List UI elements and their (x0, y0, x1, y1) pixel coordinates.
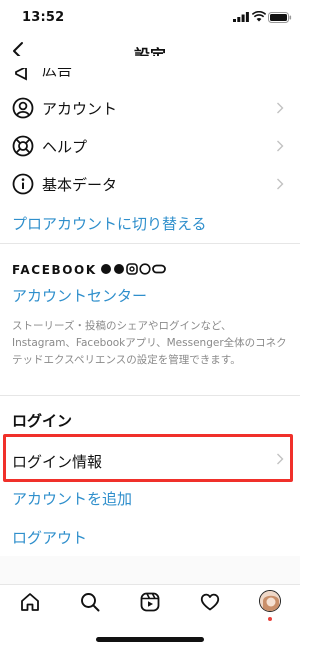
tab-bar-divider (0, 584, 300, 585)
section-divider (0, 395, 300, 396)
login-info-row[interactable]: ログイン情報 (12, 451, 102, 472)
settings-row-label: ヘルプ (42, 138, 88, 156)
home-indicator (96, 637, 204, 642)
settings-row-label: 基本データ (42, 176, 118, 194)
home-icon[interactable] (19, 591, 41, 613)
info-circle-icon (12, 173, 34, 195)
heart-icon[interactable] (199, 591, 221, 613)
chevron-right-icon (277, 102, 284, 114)
settings-row-about[interactable]: 基本データ (0, 165, 300, 203)
chevron-right-icon (277, 453, 284, 465)
settings-row-label: アカウント (42, 100, 118, 118)
wifi-icon (252, 11, 266, 22)
cellular-signal-icon (233, 12, 249, 22)
meta-apps-icons (101, 263, 166, 275)
settings-row-account[interactable]: アカウント (0, 89, 300, 127)
person-circle-icon (12, 97, 34, 119)
section-divider (0, 243, 300, 244)
search-icon[interactable] (79, 591, 101, 613)
chevron-right-icon (277, 140, 284, 152)
add-account-link[interactable]: アカウントを追加 (12, 488, 132, 509)
logout-link[interactable]: ログアウト (12, 527, 87, 548)
login-section-heading: ログイン (12, 412, 73, 430)
status-time: 13:52 (22, 10, 65, 25)
accounts-center-link[interactable]: アカウントセンター (12, 285, 147, 306)
reels-icon[interactable] (139, 591, 161, 613)
chevron-right-icon (277, 178, 284, 190)
profile-avatar[interactable] (259, 590, 281, 612)
facebook-description: ストーリーズ・投稿のシェアやログインなど、Instagram、Facebookア… (12, 320, 287, 366)
notification-dot (268, 617, 272, 621)
lifebuoy-icon (12, 135, 34, 157)
avatar-image (260, 591, 280, 611)
switch-professional-account-link[interactable]: プロアカウントに切り替える (12, 213, 207, 234)
settings-row-help[interactable]: ヘルプ (0, 127, 300, 165)
battery-icon (268, 12, 292, 23)
facebook-brand-label: FACEBOOK (12, 263, 97, 277)
bottom-spacer (0, 556, 300, 584)
